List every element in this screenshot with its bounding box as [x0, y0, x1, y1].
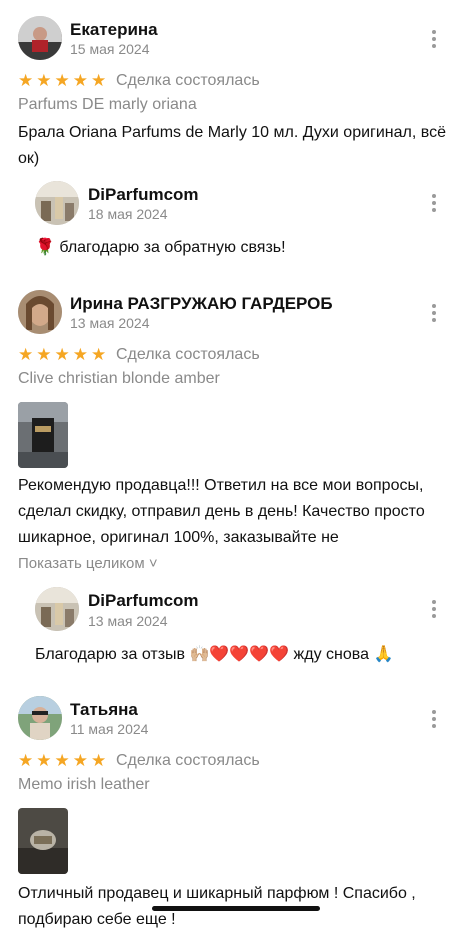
- review-photo[interactable]: [18, 402, 68, 468]
- seller-name[interactable]: DiParfumcom: [88, 591, 199, 611]
- more-vertical-icon[interactable]: [426, 598, 442, 620]
- review-text: Брала Oriana Parfums de Marly 10 мл. Дух…: [18, 124, 446, 167]
- reviewer-name[interactable]: Татьяна: [70, 700, 138, 720]
- deal-status: Сделка состоялась: [116, 346, 260, 363]
- reviewer-name[interactable]: Ирина РАЗГРУЖАЮ ГАРДЕРОБ: [70, 294, 333, 314]
- more-vertical-icon[interactable]: [426, 28, 442, 50]
- reply-date: 18 мая 2024: [88, 206, 168, 222]
- more-vertical-icon[interactable]: [426, 302, 442, 324]
- product-name: Parfums DE marly oriana: [18, 96, 197, 113]
- more-vertical-icon[interactable]: [426, 708, 442, 730]
- reply-text: Благодарю за отзыв 🙌🏼❤️❤️❤️❤️ жду снова …: [35, 646, 394, 663]
- home-indicator[interactable]: [152, 906, 320, 911]
- product-name: Clive christian blonde amber: [18, 370, 220, 387]
- review-date: 11 мая 2024: [70, 721, 149, 737]
- reviewer-name[interactable]: Екатерина: [70, 20, 158, 40]
- seller-name[interactable]: DiParfumcom: [88, 185, 199, 205]
- seller-avatar[interactable]: [35, 587, 79, 631]
- more-vertical-icon[interactable]: [426, 192, 442, 214]
- rating-stars: ★★★★★: [18, 751, 110, 770]
- deal-status: Сделка состоялась: [116, 72, 260, 89]
- review-photo[interactable]: [18, 808, 68, 874]
- avatar[interactable]: [18, 290, 62, 334]
- deal-status: Сделка состоялась: [116, 752, 260, 769]
- review-date: 15 мая 2024: [70, 41, 150, 57]
- seller-avatar[interactable]: [35, 181, 79, 225]
- avatar[interactable]: [18, 696, 62, 740]
- reply-date: 13 мая 2024: [88, 613, 168, 629]
- avatar[interactable]: [18, 16, 62, 60]
- reply-text: 🌹 благодарю за обратную связь!: [35, 239, 286, 256]
- product-name: Memo irish leather: [18, 776, 150, 793]
- review-date: 13 мая 2024: [70, 315, 150, 331]
- review-text: Рекомендую продавца!!! Ответил на все мо…: [18, 477, 425, 546]
- rating-stars: ★★★★★: [18, 71, 110, 90]
- show-more-link[interactable]: Показать целиком ˅: [18, 555, 158, 572]
- rating-stars: ★★★★★: [18, 345, 110, 364]
